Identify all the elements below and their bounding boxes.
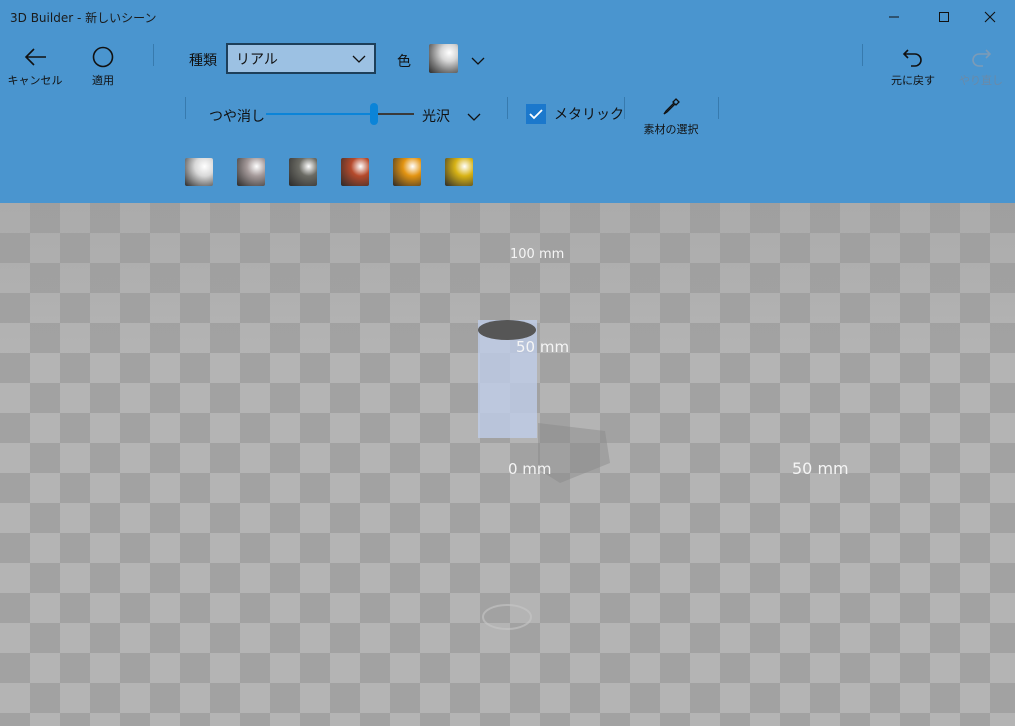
- redo-icon: [972, 49, 992, 67]
- divider: [718, 97, 719, 119]
- color-label: 色: [397, 54, 411, 70]
- chevron-down-icon: [467, 113, 481, 121]
- divider: [507, 97, 508, 119]
- metallic-label: メタリック: [554, 107, 624, 123]
- undo-label: 元に戻す: [891, 74, 935, 87]
- maximize-icon: [939, 12, 949, 22]
- material-type-dropdown[interactable]: リアル: [226, 43, 376, 74]
- material-swatch-pewter[interactable]: [237, 158, 265, 186]
- apply-button[interactable]: 適用: [82, 46, 124, 88]
- material-type-value: リアル: [236, 51, 278, 68]
- close-button[interactable]: [974, 4, 1006, 30]
- chevron-down-icon: [471, 57, 485, 65]
- circle-icon: [92, 46, 114, 68]
- cylinder-top: [478, 320, 536, 340]
- redo-label: やり直し: [959, 74, 1003, 87]
- axis-label-50mm: 50 mm: [792, 459, 849, 478]
- axis-label-0mm: 0 mm: [508, 460, 552, 478]
- undo-icon: [902, 49, 922, 67]
- ribbon: 3D Builder - 新しいシーン キャンセル 適用 種類 リアル 色 元に…: [0, 0, 1015, 203]
- checkmark-icon: [529, 109, 543, 120]
- minimize-icon: [889, 16, 899, 18]
- gloss-label: 光沢: [422, 109, 450, 125]
- axis-label-100mm: 100 mm: [510, 247, 565, 262]
- color-preview-swatch[interactable]: [429, 44, 458, 73]
- divider: [185, 97, 186, 119]
- divider: [624, 97, 625, 119]
- pick-material-label: 素材の選択: [643, 123, 699, 136]
- color-dropdown-button[interactable]: [471, 52, 485, 71]
- gloss-slider-fill: [266, 113, 375, 115]
- material-swatch-silver[interactable]: [185, 158, 213, 186]
- type-label: 種類: [189, 53, 217, 69]
- divider: [862, 44, 863, 66]
- chevron-down-icon: [352, 55, 366, 63]
- gloss-slider-thumb[interactable]: [370, 103, 379, 125]
- redo-button[interactable]: やり直し: [956, 46, 1006, 88]
- material-swatch-gold[interactable]: [445, 158, 473, 186]
- apply-label: 適用: [92, 74, 114, 87]
- metallic-checkbox[interactable]: [526, 104, 546, 124]
- eyedropper-icon: [663, 98, 680, 115]
- maximize-button[interactable]: [928, 4, 960, 30]
- material-swatch-orange-gold[interactable]: [393, 158, 421, 186]
- axis-label-50mm-partial: 50 mm: [516, 338, 570, 356]
- 3d-viewport[interactable]: 100 mm 50 mm 0 mm 50 mm: [0, 203, 1015, 726]
- cancel-label: キャンセル: [7, 74, 63, 87]
- gloss-dropdown-button[interactable]: [467, 108, 481, 127]
- undo-button[interactable]: 元に戻す: [888, 46, 938, 88]
- divider: [153, 44, 154, 66]
- minimize-button[interactable]: [878, 4, 910, 30]
- material-swatch-copper[interactable]: [341, 158, 369, 186]
- arrow-left-icon: [24, 48, 46, 66]
- window-title: 3D Builder - 新しいシーン: [10, 11, 157, 25]
- close-icon: [984, 11, 996, 23]
- matte-label: つや消し: [209, 109, 265, 125]
- cancel-button[interactable]: キャンセル: [7, 46, 63, 88]
- material-swatch-dark-steel[interactable]: [289, 158, 317, 186]
- pick-material-button[interactable]: 素材の選択: [638, 97, 704, 137]
